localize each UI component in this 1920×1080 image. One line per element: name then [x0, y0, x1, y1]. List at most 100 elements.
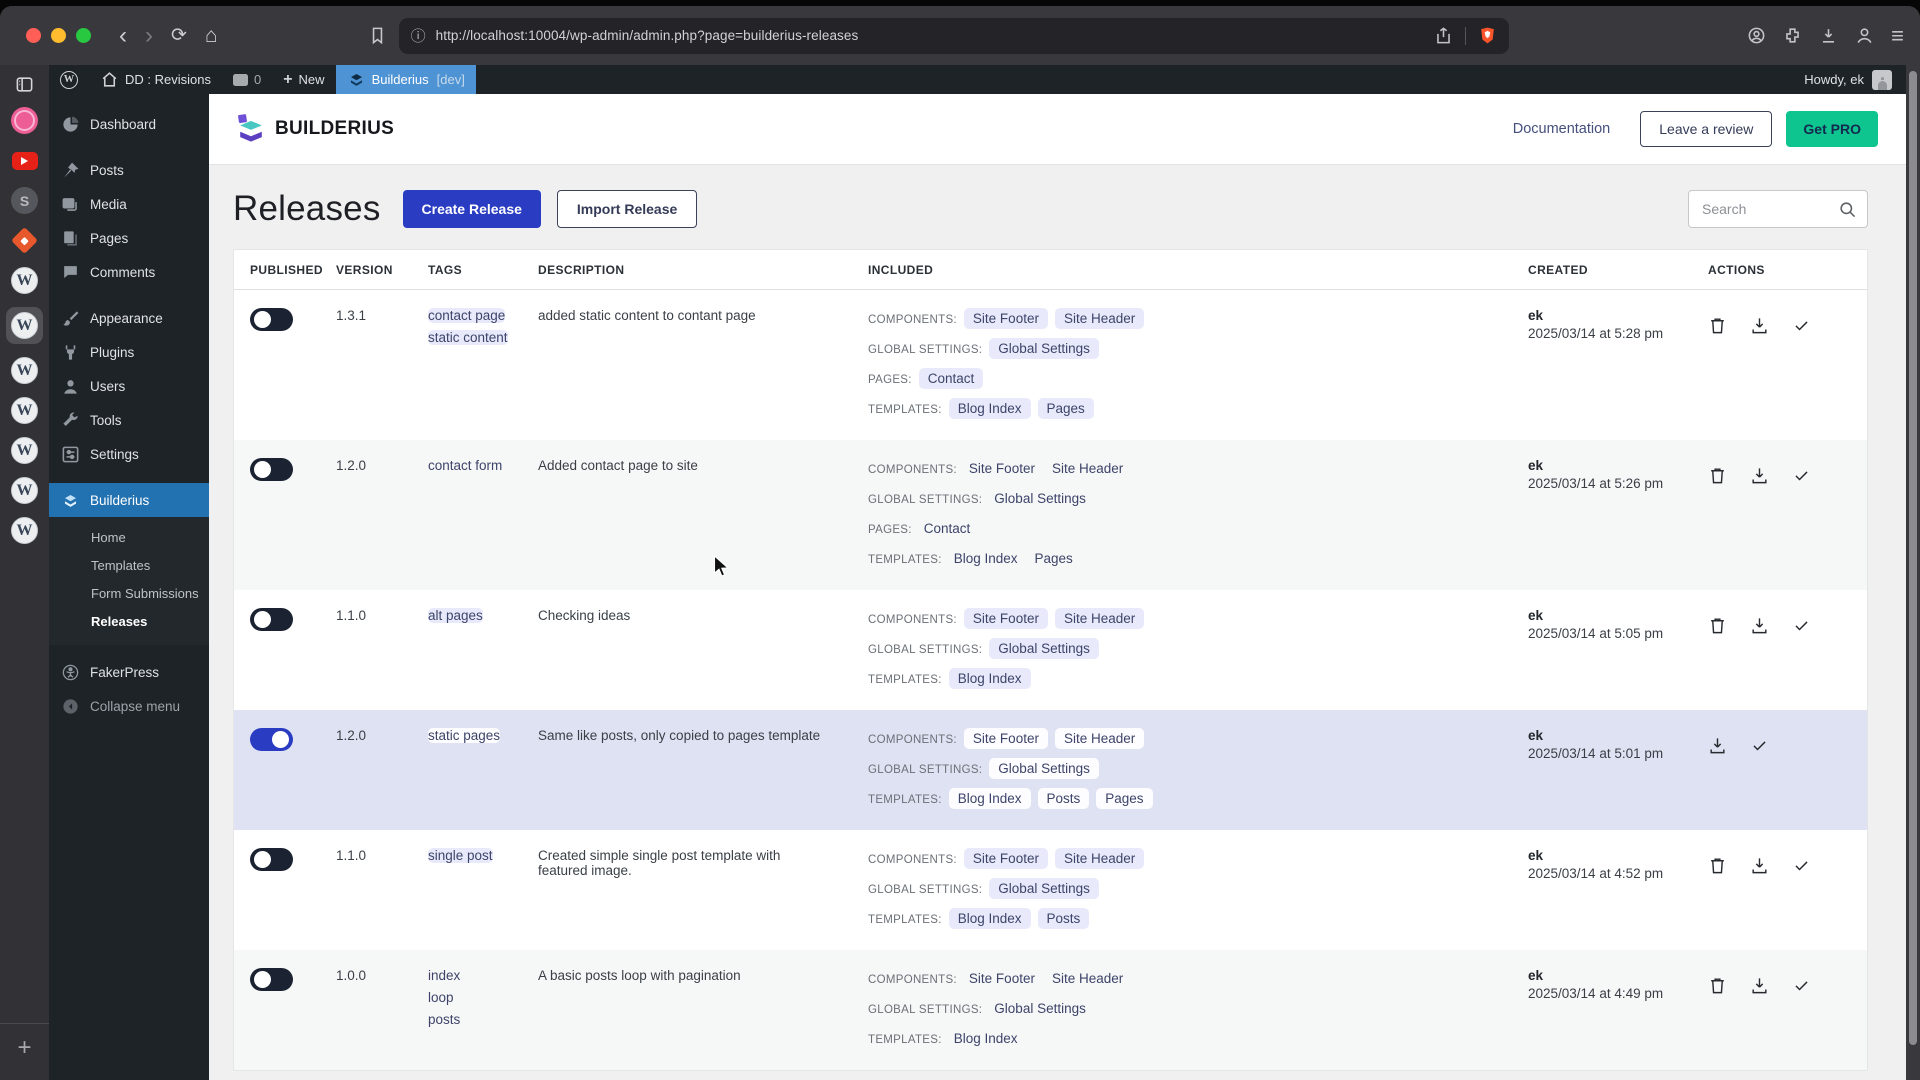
included-chip: Contact: [923, 521, 971, 536]
profile-badge-icon[interactable]: [1747, 26, 1766, 45]
delete-icon[interactable]: [1708, 616, 1727, 635]
tag-chip: contact form: [428, 458, 503, 473]
publish-toggle-off[interactable]: [250, 458, 293, 481]
included-chip: Site Header: [1054, 308, 1145, 329]
sidebar-item-comments[interactable]: Comments: [49, 255, 209, 289]
tab-favicon-wordpress-active[interactable]: W: [6, 307, 43, 344]
share-icon[interactable]: [1434, 26, 1453, 45]
check-icon[interactable]: [1792, 856, 1811, 875]
publish-toggle-off[interactable]: [250, 308, 293, 331]
sidebar-item-posts[interactable]: Posts: [49, 153, 209, 187]
export-icon[interactable]: [1750, 316, 1769, 335]
maximize-window-button[interactable]: [76, 28, 91, 43]
sidebar-item-users[interactable]: Users: [49, 369, 209, 403]
export-icon[interactable]: [1708, 736, 1727, 755]
create-release-button[interactable]: Create Release: [402, 190, 541, 228]
tag-chip: static content: [428, 330, 508, 345]
bookmark-icon[interactable]: [368, 26, 387, 45]
check-icon[interactable]: [1792, 976, 1811, 995]
site-info-icon[interactable]: ⓘ: [411, 25, 426, 46]
tab-favicon-wordpress[interactable]: W: [11, 267, 38, 294]
reload-icon[interactable]: ⟳: [171, 26, 187, 45]
admin-bar-new[interactable]: + New: [272, 65, 335, 94]
leave-review-button[interactable]: Leave a review: [1640, 111, 1773, 147]
sidebar-item-builderius[interactable]: Builderius: [49, 483, 209, 517]
tab-favicon-orange-diamond[interactable]: [11, 227, 38, 254]
close-window-button[interactable]: [26, 28, 41, 43]
delete-icon[interactable]: [1708, 856, 1727, 875]
delete-icon[interactable]: [1708, 466, 1727, 485]
downloads-icon[interactable]: [1819, 26, 1838, 45]
sidebar-item-appearance[interactable]: Appearance: [49, 301, 209, 335]
back-icon[interactable]: ‹: [119, 23, 127, 48]
publish-toggle-off[interactable]: [250, 968, 293, 991]
check-icon[interactable]: [1792, 616, 1811, 635]
extensions-icon[interactable]: [1783, 26, 1802, 45]
check-icon[interactable]: [1792, 316, 1811, 335]
tab-favicon-wordpress[interactable]: W: [11, 437, 38, 464]
export-icon[interactable]: [1750, 976, 1769, 995]
scrollbar-thumb[interactable]: [1909, 71, 1917, 1046]
export-icon[interactable]: [1750, 616, 1769, 635]
publish-toggle-off[interactable]: [250, 608, 293, 631]
import-release-button[interactable]: Import Release: [556, 190, 698, 228]
minimize-window-button[interactable]: [51, 28, 66, 43]
tab-favicon-wordpress[interactable]: W: [11, 517, 38, 544]
tab-favicon-wordpress[interactable]: W: [11, 397, 38, 424]
tab-favicon-wordpress[interactable]: W: [11, 357, 38, 384]
included-label: TEMPLATES:: [868, 1034, 942, 1046]
sidebar-toggle-icon[interactable]: [15, 75, 34, 94]
submenu-item-releases[interactable]: Releases: [49, 607, 209, 635]
documentation-link[interactable]: Documentation: [1513, 121, 1611, 137]
export-icon[interactable]: [1750, 466, 1769, 485]
table-row: 1.2.0 contact form Added contact page to…: [234, 440, 1867, 590]
menu-icon[interactable]: ≡: [1891, 23, 1904, 49]
created-author: ek: [1528, 728, 1544, 743]
tab-favicon-dribbble[interactable]: [11, 107, 38, 134]
delete-icon[interactable]: [1708, 976, 1727, 995]
get-pro-button[interactable]: Get PRO: [1786, 111, 1878, 147]
admin-bar-account[interactable]: Howdy, ek: [1804, 69, 1906, 90]
check-icon[interactable]: [1792, 466, 1811, 485]
profile-icon[interactable]: [1855, 26, 1874, 45]
included-label: COMPONENTS:: [868, 974, 957, 986]
search-icon[interactable]: [1838, 200, 1857, 219]
sidebar-item-collapse-menu[interactable]: Collapse menu: [49, 689, 209, 723]
publish-toggle-on[interactable]: [250, 728, 293, 751]
sidebar-item-tools[interactable]: Tools: [49, 403, 209, 437]
browser-scrollbar[interactable]: [1906, 65, 1920, 1080]
sidebar-item-dashboard[interactable]: Dashboard: [49, 107, 209, 141]
url-text[interactable]: http://localhost:10004/wp-admin/admin.ph…: [436, 28, 859, 43]
included-cell: COMPONENTS: Site Footer Site Header GLOBAL…: [858, 710, 1518, 830]
submenu-item-templates[interactable]: Templates: [49, 551, 209, 579]
search-input[interactable]: [1702, 201, 1838, 217]
avatar: [1872, 69, 1892, 90]
submenu-item-form-submissions[interactable]: Form Submissions: [49, 579, 209, 607]
admin-bar-comments[interactable]: 0: [222, 65, 272, 94]
included-cell: COMPONENTS: Site Footer Site Header GLOBAL…: [858, 590, 1518, 710]
submenu-item-home[interactable]: Home: [49, 523, 209, 551]
sidebar-item-settings[interactable]: Settings: [49, 437, 209, 471]
tab-favicon-globe[interactable]: S: [11, 187, 38, 214]
publish-toggle-off[interactable]: [250, 848, 293, 871]
url-bar[interactable]: ⓘ http://localhost:10004/wp-admin/admin.…: [398, 17, 1509, 54]
tab-favicon-wordpress[interactable]: W: [11, 477, 38, 504]
delete-icon[interactable]: [1708, 316, 1727, 335]
brave-shield-icon[interactable]: [1478, 26, 1497, 45]
check-icon[interactable]: [1750, 736, 1769, 755]
home-icon[interactable]: ⌂: [205, 25, 218, 46]
admin-bar-builderius-tab[interactable]: Builderius [dev]: [335, 65, 476, 94]
export-icon[interactable]: [1750, 856, 1769, 875]
sidebar-item-plugins[interactable]: Plugins: [49, 335, 209, 369]
tab-favicon-youtube[interactable]: [11, 147, 38, 174]
wp-logo-icon[interactable]: W: [49, 65, 89, 94]
included-chip: Site Footer: [963, 308, 1048, 329]
new-tab-button[interactable]: +: [0, 1023, 49, 1062]
sidebar-label: Pages: [90, 230, 129, 246]
admin-bar-site-name[interactable]: DD : Revisions: [89, 65, 222, 94]
sidebar-item-fakerpress[interactable]: FakerPress: [49, 655, 209, 689]
sidebar-item-pages[interactable]: Pages: [49, 221, 209, 255]
forward-icon[interactable]: ›: [145, 23, 153, 48]
builderius-brand: BUILDERIUS: [233, 111, 394, 147]
sidebar-item-media[interactable]: Media: [49, 187, 209, 221]
